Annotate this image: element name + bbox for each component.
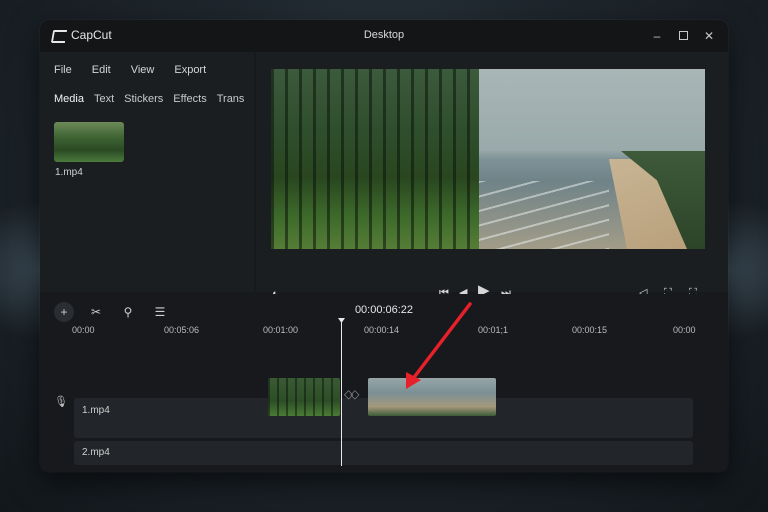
menu-export[interactable]: Export <box>174 64 206 76</box>
media-item-label: 1.mp4 <box>55 167 83 178</box>
close-button[interactable]: ✕ <box>698 26 720 46</box>
preview-forest-frame <box>271 69 479 249</box>
track-label: 1.mp4 <box>82 405 110 416</box>
playhead[interactable] <box>341 318 342 466</box>
menu-edit[interactable]: Edit <box>92 64 111 76</box>
tab-transitions[interactable]: Trans <box>217 93 245 105</box>
transition-icon[interactable]: ◇◇ <box>344 387 360 401</box>
preview-beach-frame <box>479 69 705 249</box>
window-title: Desktop <box>363 29 405 41</box>
media-panel: File Edit View Export Media Text Sticker… <box>40 52 254 292</box>
clip-forest[interactable] <box>268 378 340 416</box>
media-thumbnail[interactable] <box>54 122 124 162</box>
ruler-tick: 00:05:06 <box>164 325 200 335</box>
menu-view[interactable]: View <box>131 64 155 76</box>
maximize-button[interactable] <box>672 26 694 46</box>
minimize-button[interactable]: – <box>646 26 668 46</box>
menu-bar: File Edit View Export <box>54 64 226 76</box>
ruler-tick: 00:01;1 <box>478 325 509 335</box>
track-2[interactable]: 2.mp4 <box>74 441 693 465</box>
ruler-tick: 00:01:00 <box>263 325 299 335</box>
maximize-icon <box>678 31 688 40</box>
tab-text[interactable]: Text <box>94 93 114 105</box>
ruler-tick: 00:00 <box>673 325 696 335</box>
ruler-tick: 00:00:15 <box>572 325 608 335</box>
tab-stickers[interactable]: Stickers <box>124 93 163 105</box>
track-label: 2.mp4 <box>82 447 110 458</box>
ruler-tick: 00:00:14 <box>364 325 400 335</box>
menu-file[interactable]: File <box>54 64 72 76</box>
mic-icon[interactable]: 🎙 <box>54 395 68 408</box>
preview-panel: ◐ ⏮ ◀ ▶ ⏭ ◁ ⛶ ⛶ <box>256 52 728 300</box>
tab-media[interactable]: Media <box>54 93 84 105</box>
clip-beach[interactable] <box>368 378 496 416</box>
asset-tabs: Media Text Stickers Effects Trans <box>54 93 254 105</box>
title-bar: CapCut Desktop – ✕ <box>40 20 728 52</box>
tab-effects[interactable]: Effects <box>173 93 206 105</box>
timecode: 00:00:06:22 <box>354 304 414 316</box>
ruler-tick: 00:00 <box>72 325 95 335</box>
